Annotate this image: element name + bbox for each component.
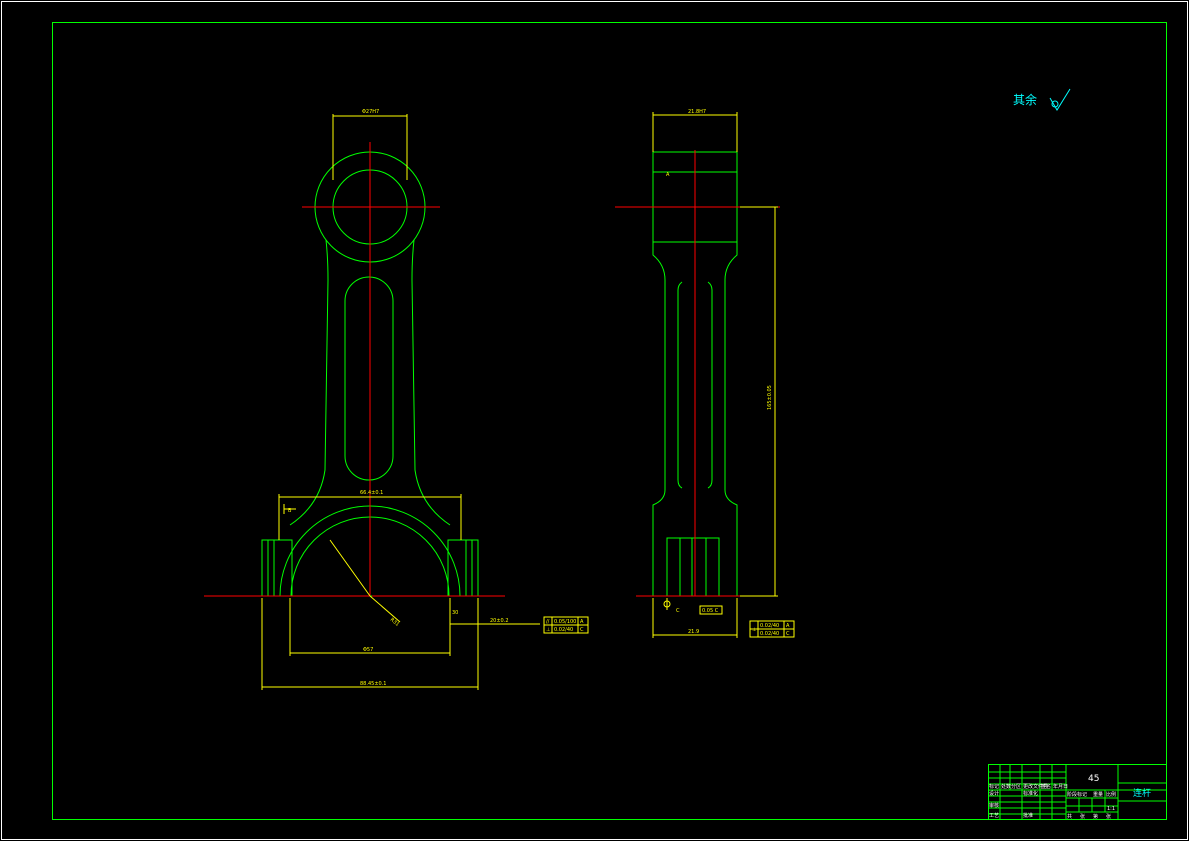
svg-text:标准化: 标准化 (1023, 790, 1038, 797)
roughness-note: 其余 (1013, 88, 1071, 111)
svg-text:0.02/40: 0.02/40 (760, 631, 779, 637)
title-scale: 1:1 (1107, 806, 1115, 812)
boss-right (447, 539, 479, 597)
dim-bottom-width: 21.9 (688, 629, 699, 635)
svg-text:标记: 标记 (989, 783, 999, 790)
title-material: 45 (1088, 774, 1099, 784)
side-view (615, 150, 780, 597)
svg-text:比例: 比例 (1106, 791, 1116, 798)
dim-big-end-width: 66.4±0.1 (360, 490, 383, 496)
datum-c: C (676, 608, 680, 614)
svg-text:C: C (580, 627, 584, 633)
mark-a: A (666, 172, 670, 178)
svg-text:工艺: 工艺 (989, 813, 999, 819)
shank-left (289, 239, 329, 526)
side-shank-right (724, 242, 738, 596)
shank-slot (344, 276, 394, 481)
svg-text:阶段标记: 阶段标记 (1067, 791, 1087, 798)
drawing-canvas: 其余 Φ27H7 66.4±0.1 Φ57 88.45±0.1 R31 B 30… (1, 1, 1188, 840)
dim-bore-dia: Φ57 (363, 647, 373, 653)
front-dimensions: Φ27H7 66.4±0.1 Φ57 88.45±0.1 R31 B 30 20… (261, 109, 540, 690)
svg-text://: // (546, 619, 550, 625)
side-dimensions: 21.8H7 A 165±0.05 21.9 C 0.05 C (652, 109, 778, 638)
tolerance-frame-front: // 0.05/100 A ⊥ 0.02/40 C (543, 616, 589, 634)
dim-overall-width: 88.45±0.1 (360, 681, 386, 687)
side-shank-left (652, 242, 666, 596)
svg-text:C: C (786, 631, 790, 637)
svg-text:处数: 处数 (1001, 783, 1011, 790)
svg-text:张: 张 (1106, 813, 1111, 820)
dim-top-width: 21.8H7 (688, 109, 706, 115)
boss-left (261, 539, 293, 597)
svg-text:0.02/40: 0.02/40 (760, 623, 779, 629)
dim-step: 30 (452, 610, 458, 616)
svg-text:0.05/100: 0.05/100 (554, 619, 576, 625)
svg-text:审核: 审核 (989, 802, 999, 809)
title-block: 45 连杆 1:1 标记 处数 分区 更改文件号 签名 年月日 设计 标准化 审… (988, 764, 1167, 820)
svg-text:⊥: ⊥ (546, 627, 550, 633)
dim-radius: R31 (389, 617, 400, 628)
dim-top-bore: Φ27H7 (362, 109, 379, 115)
svg-text:A: A (580, 619, 584, 625)
dim-center-distance: 165±0.05 (767, 385, 773, 410)
feature-frame-side: 0.05 C (702, 608, 719, 614)
title-part-name: 连杆 (1133, 787, 1151, 799)
datum-b: B (288, 508, 292, 514)
svg-text:共: 共 (1067, 813, 1072, 820)
front-view (204, 142, 505, 597)
tolerance-frame-side: ⊥ 0.02/40 A 0.02/40 C (749, 620, 795, 638)
shank-right (411, 239, 451, 526)
svg-text:分区: 分区 (1011, 783, 1021, 790)
svg-text:0.02/40: 0.02/40 (554, 627, 573, 633)
svg-text:设计: 设计 (989, 790, 999, 797)
svg-text:第: 第 (1093, 813, 1098, 820)
dim-side-front: 20±0.2 (490, 618, 509, 624)
inner-frame (52, 22, 1167, 820)
outer-border (1, 1, 1188, 840)
svg-text:⊥: ⊥ (752, 627, 756, 633)
roughness-text: 其余 (1013, 92, 1037, 107)
svg-text:批准: 批准 (1023, 812, 1033, 819)
svg-text:张: 张 (1080, 813, 1085, 820)
side-bolt-block (666, 537, 720, 597)
svg-text:签名: 签名 (1041, 783, 1051, 790)
svg-text:重量: 重量 (1093, 791, 1103, 798)
svg-text:年月日: 年月日 (1053, 783, 1068, 790)
svg-text:A: A (786, 623, 790, 629)
